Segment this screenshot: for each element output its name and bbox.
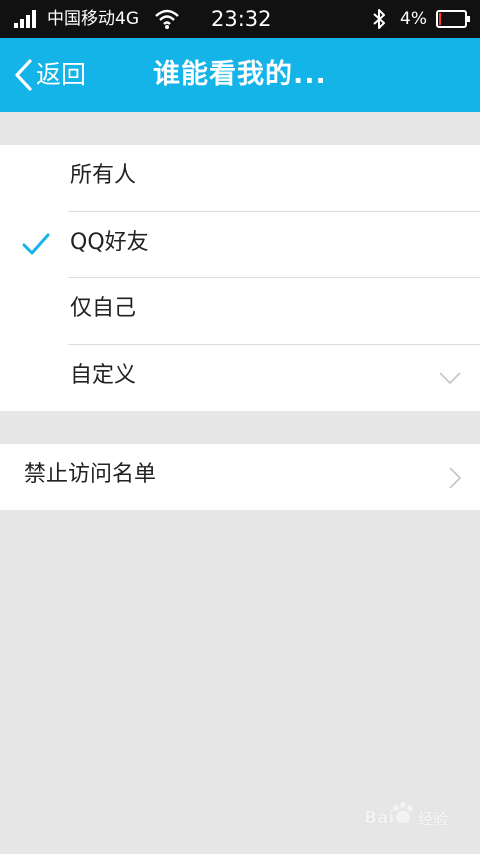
visibility-options: 所有人 QQ好友 仅自己 自定义	[0, 145, 480, 411]
nav-bar: 返回 谁能看我的...	[0, 38, 480, 112]
clock: 23:32	[211, 7, 272, 31]
back-button[interactable]: 返回	[12, 56, 86, 94]
wifi-icon	[155, 9, 179, 29]
option-custom[interactable]: 自定义	[0, 345, 480, 412]
option-label: QQ好友	[70, 229, 149, 255]
bluetooth-icon	[373, 9, 385, 29]
chevron-left-icon	[15, 59, 32, 91]
battery-icon	[436, 10, 470, 28]
carrier-name: 中国移动4G	[47, 9, 139, 29]
option-qq-friends[interactable]: QQ好友	[0, 212, 480, 278]
watermark-text-right: 经验	[418, 810, 449, 828]
option-only-me[interactable]: 仅自己	[0, 278, 480, 345]
option-everyone[interactable]: 所有人	[0, 145, 480, 212]
blocklist-row[interactable]: 禁止访问名单	[0, 444, 480, 511]
signal-icon	[14, 10, 36, 28]
battery-percent: 4%	[400, 9, 427, 29]
status-bar: 中国移动4G 23:32 4%	[0, 0, 480, 38]
checkmark-icon	[22, 233, 50, 254]
page-title: 谁能看我的...	[153, 59, 327, 90]
baidu-watermark: Bai 经验	[364, 800, 464, 836]
chevron-right-icon	[449, 467, 462, 489]
option-label: 所有人	[70, 163, 137, 188]
chevron-down-icon	[439, 371, 461, 384]
blocklist-section: 禁止访问名单	[0, 444, 480, 510]
blocklist-label: 禁止访问名单	[24, 462, 157, 487]
option-label: 自定义	[70, 362, 137, 388]
option-label: 仅自己	[70, 296, 137, 321]
paw-icon	[393, 802, 413, 823]
back-label: 返回	[36, 60, 87, 89]
